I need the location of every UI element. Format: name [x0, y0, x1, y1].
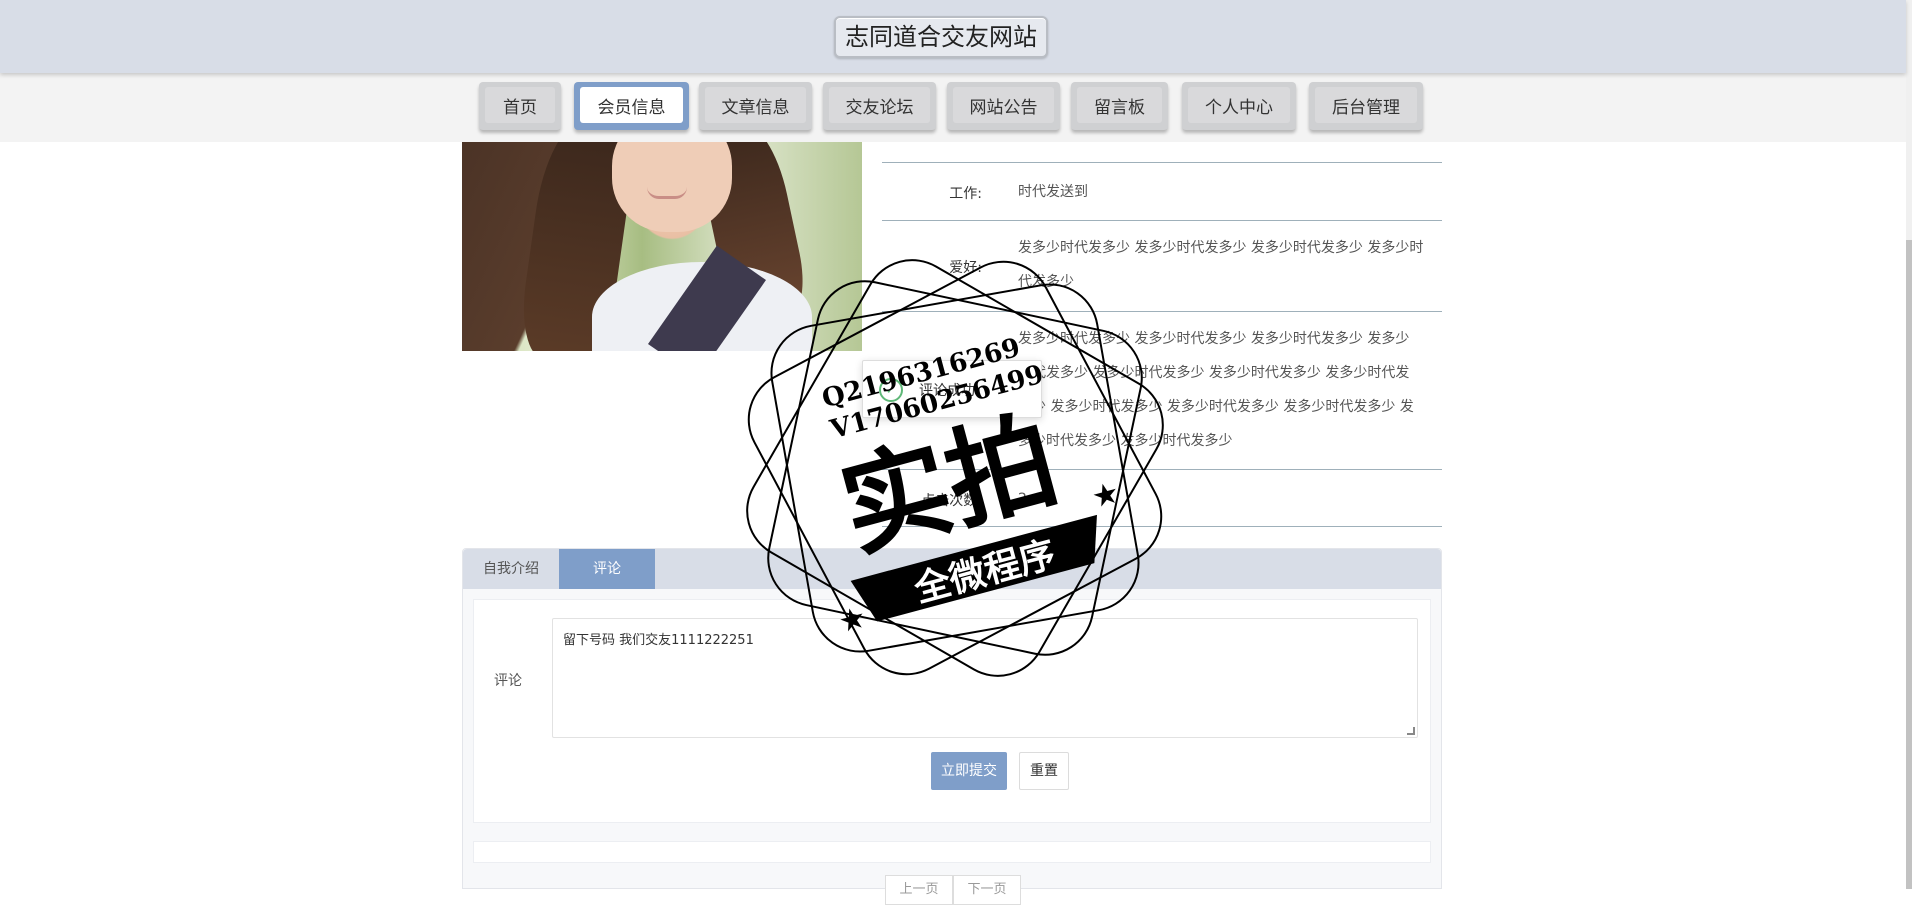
intro-line: 时代发多少 发多少时代发多少 发多少时代发多少 发多少时代发	[1018, 365, 1410, 381]
nav-item-forum[interactable]: 交友论坛	[823, 82, 936, 130]
nav-item-members[interactable]: 会员信息	[574, 82, 689, 130]
comment-list	[473, 841, 1431, 863]
main-nav: 首页 会员信息 文章信息 交友论坛 网站公告 留言板 个人中心 后台管理	[0, 73, 1906, 142]
pagination: 上一页 下一页	[885, 875, 1021, 905]
nav-item-announcements[interactable]: 网站公告	[947, 82, 1060, 130]
nav-item-label: 后台管理	[1315, 87, 1417, 123]
clicks-label: 点击次数:	[921, 493, 982, 509]
next-page-button[interactable]: 下一页	[953, 875, 1021, 905]
nav-item-home[interactable]: 首页	[479, 82, 561, 130]
site-header: 志同道合交友网站	[0, 0, 1906, 73]
tab-bar: 自我介绍 评论	[463, 549, 1441, 589]
comment-label: 评论	[494, 673, 522, 689]
resize-grip-icon[interactable]	[1407, 727, 1415, 735]
prev-page-button[interactable]: 上一页	[885, 875, 953, 905]
success-toast: ✓ 评论成功	[862, 360, 1042, 418]
nav-item-label: 网站公告	[953, 87, 1054, 123]
detail-row-hobby: 爱好: 发多少时代发多少 发多少时代发多少 发多少时代发多少 发多少时代发多少	[882, 221, 1442, 312]
intro-line: 多少时代发多少 发多少时代发多少	[1018, 433, 1233, 449]
intro-line: 发多少时代发多少 发多少时代发多少 发多少时代发多少 发多少	[1018, 331, 1410, 347]
comment-form: 评论 留下号码 我们交友1111222251 立即提交 重置	[473, 599, 1431, 823]
nav-item-articles[interactable]: 文章信息	[699, 82, 812, 130]
scrollbar-thumb[interactable]	[1906, 240, 1912, 889]
clicks-value: 2	[1018, 491, 1027, 507]
detail-row-clicks: 点击次数: 2	[882, 470, 1442, 527]
tab-self-intro[interactable]: 自我介绍	[463, 549, 559, 589]
tab-panel: 自我介绍 评论 评论 留下号码 我们交友1111222251 立即提交 重置 上…	[462, 548, 1442, 905]
nav-item-label: 交友论坛	[829, 87, 930, 123]
submit-button[interactable]: 立即提交	[931, 752, 1007, 790]
member-photo	[462, 142, 862, 351]
site-title[interactable]: 志同道合交友网站	[834, 16, 1048, 58]
comment-textarea[interactable]: 留下号码 我们交友1111222251	[552, 618, 1418, 738]
nav-item-personal-center[interactable]: 个人中心	[1182, 82, 1296, 130]
checkmark-icon: ✓	[879, 378, 903, 402]
hobby-label: 爱好:	[949, 260, 982, 276]
page-scrollbar[interactable]	[1906, 0, 1912, 889]
nav-item-label: 会员信息	[580, 87, 683, 123]
detail-row-top	[882, 142, 1442, 163]
nav-item-label: 首页	[485, 87, 555, 123]
nav-item-message-board[interactable]: 留言板	[1071, 82, 1168, 130]
hobby-value: 发多少时代发多少 发多少时代发多少 发多少时代发多少 发多少时代发多少	[1018, 240, 1424, 290]
job-label: 工作:	[949, 186, 982, 202]
nav-item-label: 留言板	[1077, 87, 1162, 123]
nav-item-label: 个人中心	[1188, 87, 1290, 123]
intro-line: 多少 发多少时代发多少 发多少时代发多少 发多少时代发多少 发	[1018, 399, 1414, 415]
nav-item-label: 文章信息	[705, 87, 806, 123]
detail-row-job: 工作: 时代发送到	[882, 163, 1442, 221]
comment-text: 留下号码 我们交友1111222251	[563, 633, 754, 648]
nav-item-admin[interactable]: 后台管理	[1309, 82, 1423, 130]
reset-button[interactable]: 重置	[1019, 752, 1069, 790]
toast-text: 评论成功	[919, 383, 975, 399]
photo-shape	[647, 187, 687, 199]
tab-comments[interactable]: 评论	[559, 549, 655, 589]
job-value: 时代发送到	[1018, 184, 1088, 200]
